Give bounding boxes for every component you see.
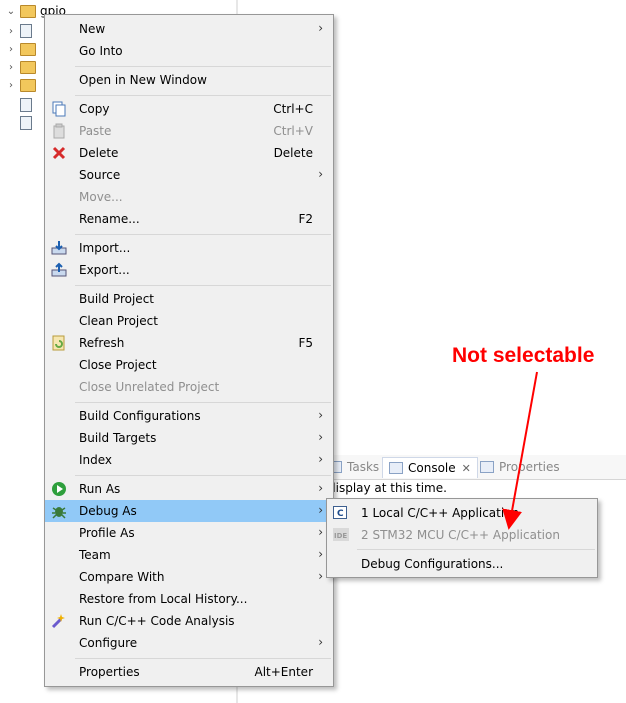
annotation-arrow bbox=[502, 371, 538, 530]
